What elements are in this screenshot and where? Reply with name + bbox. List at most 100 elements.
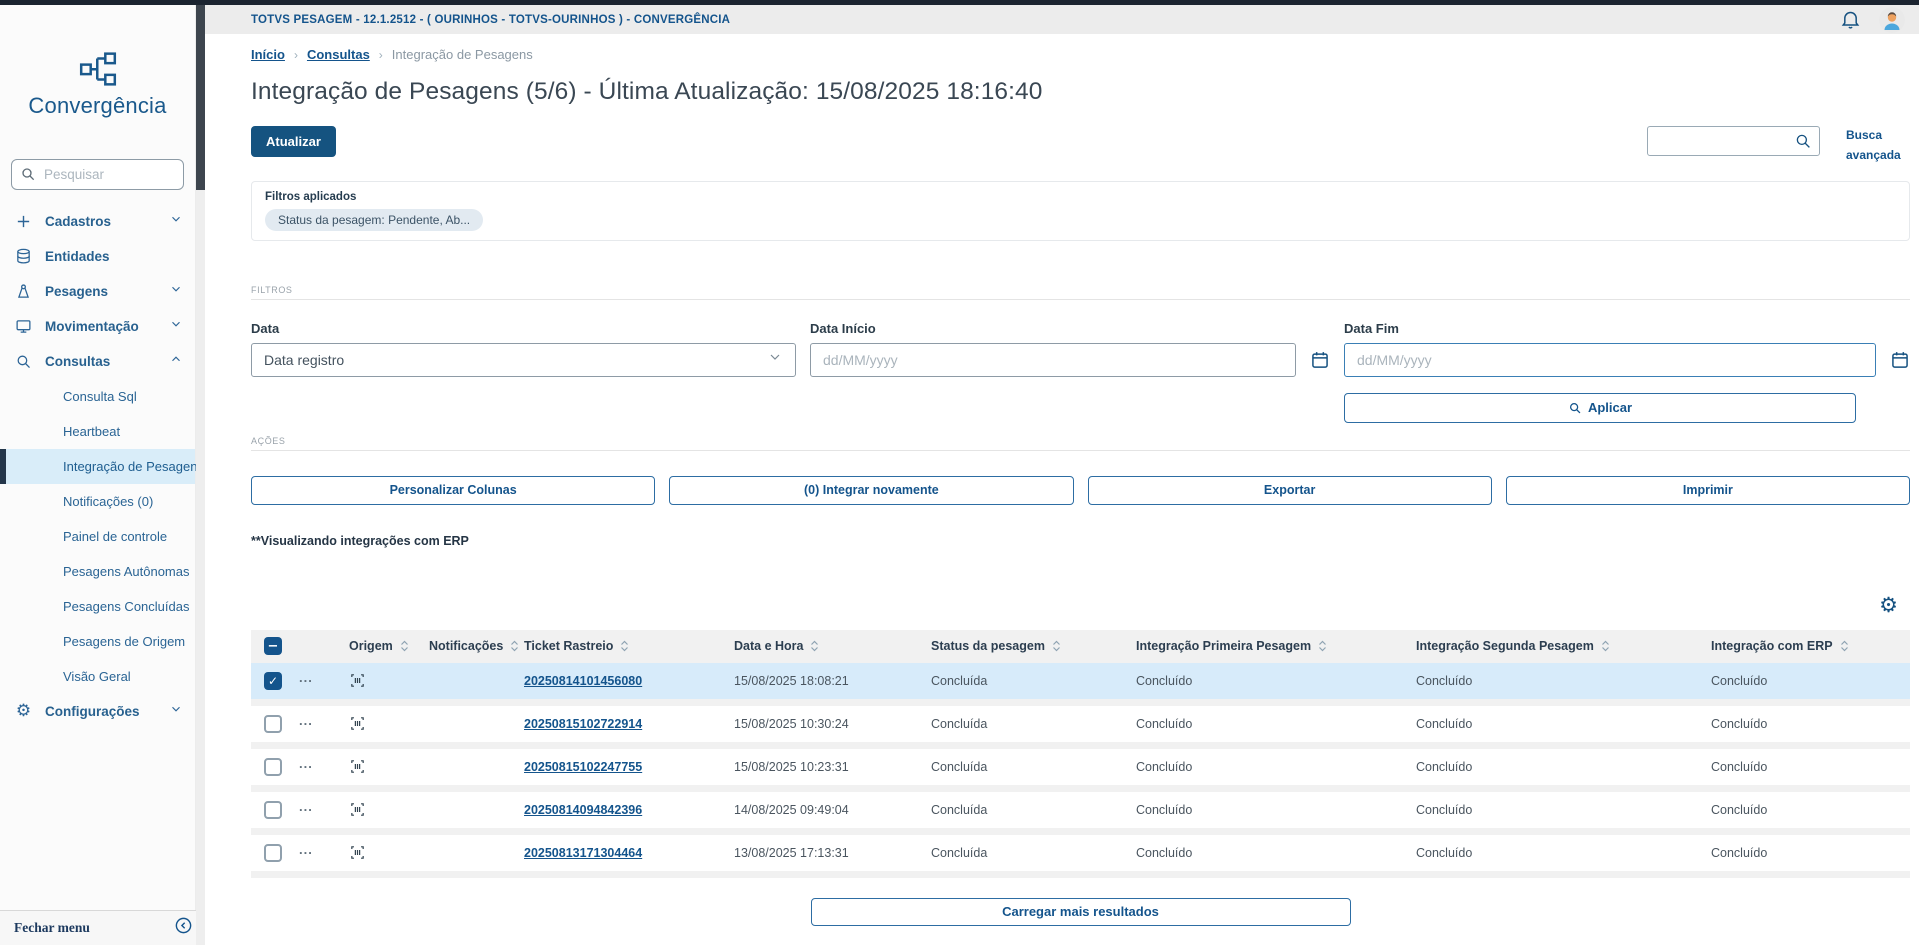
- cell-second-integration: Concluído: [1416, 845, 1473, 860]
- sort-icon[interactable]: [1052, 639, 1061, 653]
- row-menu-icon[interactable]: [299, 673, 313, 688]
- cell-first-integration: Concluído: [1136, 673, 1193, 688]
- chevron-down-icon: [169, 282, 183, 301]
- divider: [251, 298, 1910, 300]
- search-icon[interactable]: [1794, 132, 1812, 155]
- cell-first-integration: Concluído: [1136, 716, 1193, 731]
- breadcrumb-consultas[interactable]: Consultas: [307, 47, 370, 62]
- apply-filter-button[interactable]: Aplicar: [1344, 392, 1856, 423]
- sidebar-item-integracao-de-pesagens[interactable]: Integração de Pesagens: [0, 449, 204, 484]
- table-settings-gear-icon[interactable]: ⚙: [1879, 594, 1898, 616]
- data-inicio-label: Data Início: [810, 320, 876, 336]
- sidebar-item-visao-geral[interactable]: Visão Geral: [0, 659, 195, 694]
- column-header-integracao-erp[interactable]: Integração com ERP: [1703, 630, 1910, 663]
- cell-datetime: 15/08/2025 18:08:21: [734, 673, 849, 688]
- column-header-data-e-hora[interactable]: Data e Hora: [726, 630, 923, 663]
- column-header-integracao-primeira[interactable]: Integração Primeira Pesagem: [1128, 630, 1408, 663]
- data-label: Data: [251, 320, 280, 336]
- convergencia-logo-icon: [79, 52, 116, 86]
- sort-icon[interactable]: [1601, 639, 1610, 653]
- search-icon: [14, 353, 33, 370]
- export-button[interactable]: Exportar: [1087, 475, 1492, 505]
- column-header-integracao-segunda[interactable]: Integração Segunda Pesagem: [1408, 630, 1703, 663]
- ticket-link[interactable]: 20250814101456080: [524, 674, 642, 688]
- sidebar-search-input[interactable]: [11, 159, 184, 190]
- column-header-status-da-pesagem[interactable]: Status da pesagem: [923, 630, 1128, 663]
- load-more-button[interactable]: Carregar mais resultados: [810, 897, 1351, 926]
- cell-second-integration: Concluído: [1416, 759, 1473, 774]
- calendar-icon[interactable]: [1310, 350, 1330, 370]
- column-header-notificacoes[interactable]: Notificações: [421, 630, 519, 663]
- customize-columns-button[interactable]: Personalizar Colunas: [251, 475, 656, 505]
- page-title: Integração de Pesagens (5/6) - Última At…: [251, 78, 1043, 105]
- sidebar-search: [11, 159, 184, 190]
- cell-datetime: 15/08/2025 10:23:31: [734, 759, 849, 774]
- sort-icon[interactable]: [810, 639, 819, 653]
- row-checkbox[interactable]: [264, 800, 282, 819]
- sidebar-item-consultas[interactable]: Consultas: [0, 344, 195, 379]
- close-menu-button[interactable]: Fechar menu: [0, 910, 205, 945]
- sidebar-item-pesagens-concluidas[interactable]: Pesagens Concluídas: [0, 589, 195, 624]
- sidebar-item-movimentacao[interactable]: Movimentação: [0, 309, 195, 344]
- notifications-bell-icon[interactable]: [1840, 9, 1861, 30]
- sidebar-scrollbar-thumb[interactable]: [196, 5, 205, 190]
- ticket-link[interactable]: 20250813171304464: [524, 846, 642, 860]
- row-menu-icon[interactable]: [299, 716, 313, 731]
- filter-chip-status-pesagem[interactable]: Status da pesagem: Pendente, Ab...: [265, 208, 484, 231]
- barcode-icon: [349, 672, 366, 689]
- breadcrumb-current: Integração de Pesagens: [391, 47, 533, 62]
- cell-status: Concluída: [931, 673, 988, 688]
- field-data-fim: Data Fim: [1344, 321, 1910, 377]
- calendar-icon[interactable]: [1890, 350, 1910, 370]
- row-checkbox[interactable]: [264, 757, 282, 776]
- row-menu-icon[interactable]: [299, 845, 313, 860]
- sidebar-item-pesagens[interactable]: Pesagens: [0, 274, 195, 309]
- cell-status: Concluída: [931, 802, 988, 817]
- sidebar-item-notificacoes[interactable]: Notificações (0): [0, 484, 195, 519]
- print-button[interactable]: Imprimir: [1505, 475, 1910, 505]
- sort-icon[interactable]: [1840, 639, 1849, 653]
- select-all-checkbox[interactable]: [264, 637, 282, 656]
- sidebar-item-pesagens-de-origem[interactable]: Pesagens de Origem: [0, 624, 195, 659]
- advanced-search-link[interactable]: Busca avançada: [1846, 126, 1910, 166]
- data-inicio-input[interactable]: [810, 342, 1296, 377]
- row-menu-icon[interactable]: [299, 802, 313, 817]
- table-row: 20250813171304464 13/08/2025 17:13:31 Co…: [251, 834, 1910, 878]
- sort-icon[interactable]: [620, 639, 629, 653]
- ticket-link[interactable]: 20250815102247755: [524, 760, 642, 774]
- data-fim-input[interactable]: [1344, 342, 1876, 377]
- plus-icon: [14, 213, 33, 230]
- sidebar-item-heartbeat[interactable]: Heartbeat: [0, 414, 195, 449]
- sidebar-item-painel-de-controle[interactable]: Painel de controle: [0, 519, 195, 554]
- column-header-origem[interactable]: Origem: [341, 630, 421, 663]
- row-checkbox[interactable]: [264, 671, 282, 690]
- row-checkbox[interactable]: [264, 714, 282, 733]
- sort-icon[interactable]: [400, 639, 409, 653]
- sidebar-item-pesagens-autonomas[interactable]: Pesagens Autônomas: [0, 554, 195, 589]
- cell-erp-integration: Concluído: [1711, 845, 1768, 860]
- sidebar-scrollbar[interactable]: [196, 5, 205, 945]
- sidebar-item-consulta-sql[interactable]: Consulta Sql: [0, 379, 195, 414]
- cell-first-integration: Concluído: [1136, 802, 1193, 817]
- sidebar-item-cadastros[interactable]: Cadastros: [0, 204, 195, 239]
- actions-section-label: AÇÕES: [251, 435, 286, 446]
- refresh-button[interactable]: Atualizar: [251, 126, 336, 157]
- reintegrate-button[interactable]: (0) Integrar novamente: [669, 475, 1074, 505]
- chevron-down-icon: [767, 349, 783, 370]
- sidebar-item-configuracoes[interactable]: ⚙ Configurações: [0, 694, 195, 729]
- cell-status: Concluída: [931, 716, 988, 731]
- sort-icon[interactable]: [1318, 639, 1327, 653]
- field-data: Data Data registro: [251, 321, 796, 377]
- search-icon: [20, 166, 36, 187]
- user-avatar[interactable]: [1879, 6, 1905, 33]
- cell-erp-integration: Concluído: [1711, 759, 1768, 774]
- ticket-link[interactable]: 20250815102722914: [524, 717, 642, 731]
- sidebar-item-entidades[interactable]: Entidades: [0, 239, 195, 274]
- data-type-select[interactable]: Data registro: [251, 342, 796, 377]
- row-menu-icon[interactable]: [299, 759, 313, 774]
- row-checkbox[interactable]: [264, 843, 282, 862]
- barcode-icon: [349, 715, 366, 732]
- breadcrumb-inicio[interactable]: Início: [251, 47, 285, 62]
- ticket-link[interactable]: 20250814094842396: [524, 803, 642, 817]
- column-header-ticket-rastreio[interactable]: Ticket Rastreio: [516, 630, 726, 663]
